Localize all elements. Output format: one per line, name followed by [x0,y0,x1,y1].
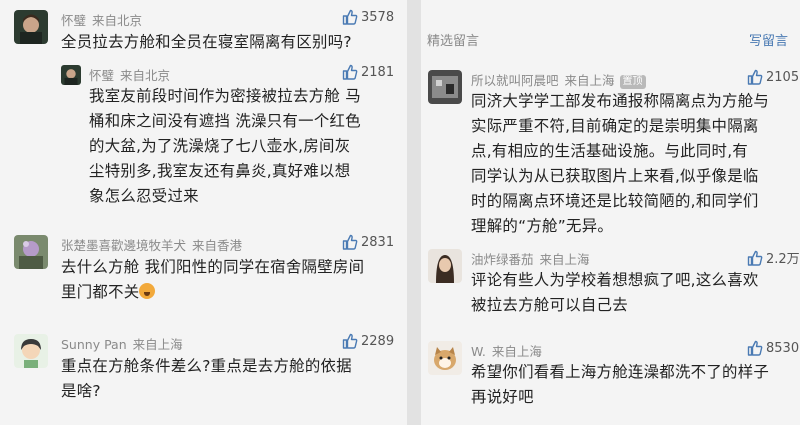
comment-text-line: 评论有些人为学校着想想疯了吧,这么喜欢 [471,271,759,289]
comment-text-line: 再说好吧 [471,388,534,406]
column-divider [407,0,421,425]
like-button[interactable]: 2.2万 [747,248,800,267]
comment-text-line: 桶和床之间没有遮挡 洗澡只有一个红色 [89,112,361,130]
like-button[interactable]: 2831 [342,234,394,250]
comment-text-line: 的大盆,为了洗澡烧了七八壶水,房间灰 [89,137,351,155]
like-count: 8530 [766,340,800,356]
comment-text-line: 全员拉去方舱和全员在寝室隔离有区别吗? [61,33,352,51]
comment-text: 同济大学学工部发布通报称隔离点为方舱与 实际严重不符,目前确定的是崇明集中隔离 … [471,89,797,239]
avatar[interactable] [428,249,462,283]
avatar[interactable] [14,10,48,44]
comment-text-line: 点,有相应的生活基础设施。与此同时,有 [471,142,749,160]
comment-author[interactable]: 怀璧 来自北京 [61,10,142,29]
grimace-emoji-icon [139,283,156,299]
like-button[interactable]: 2289 [342,333,394,349]
reply-author[interactable]: 怀璧 来自北京 [89,65,170,84]
author-location: 来自北京 [92,13,143,28]
right-comment-column: 精选留言 写留言 所以就叫阿晨吧 来自上海 置顶 2105 同济大学学工部发布通报称… [421,0,800,425]
comment-text-line: 理解的“方舱”无异。 [471,217,614,235]
pinned-badge: 置顶 [619,75,646,89]
reply-text: 我室友前段时间作为密接被拉去方舱 马 桶和床之间没有遮挡 洗澡只有一个红色 的大… [89,84,401,209]
like-button[interactable]: 8530 [747,340,799,356]
author-name[interactable]: 所以就叫阿晨吧 [471,73,559,88]
comment-author[interactable]: Sunny Pan 来自上海 [61,334,183,353]
thumbs-up-icon [747,250,763,266]
comment-author[interactable]: 所以就叫阿晨吧 来自上海 置顶 [471,70,646,89]
like-count: 2831 [361,234,395,250]
author-name[interactable]: 怀璧 [61,13,86,28]
section-header: 精选留言 写留言 [421,22,800,52]
like-count: 2105 [766,69,800,85]
comment-text-line: 实际严重不符,目前确定的是崇明集中隔离 [471,117,759,135]
author-location: 来自上海 [539,252,590,267]
comment-text-line: 象怎么忍受过来 [89,187,199,205]
comment-author[interactable]: W. 来自上海 [471,341,542,360]
comment-text-line: 里门都不关 [61,283,140,301]
thumbs-up-icon [342,333,358,349]
comment-text-line: 是啥? [61,382,101,400]
author-location: 来自香港 [192,238,243,253]
left-comment-column: 怀璧 来自北京 3578 全员拉去方舱和全员在寝室隔离有区别吗? 怀璧 来自北京 2… [0,0,407,425]
like-count: 2289 [361,333,395,349]
author-location: 来自上海 [564,73,615,88]
thumbs-up-icon [747,69,763,85]
thumbs-up-icon [342,64,358,80]
like-button[interactable]: 3578 [342,9,394,25]
avatar[interactable] [14,235,48,269]
comment-text-line: 希望你们看看上海方舱连澡都洗不了的样子 [471,363,770,381]
comment-author[interactable]: 张楚墨喜歡邊境牧羊犬 来自香港 [61,235,242,254]
like-count: 2181 [361,64,395,80]
write-comment-button[interactable]: 写留言 [749,30,788,49]
author-location: 来自北京 [120,68,171,83]
comment-screenshot: 怀璧 来自北京 3578 全员拉去方舱和全员在寝室隔离有区别吗? 怀璧 来自北京 2… [0,0,800,425]
comment-text-line: 同济大学学工部发布通报称隔离点为方舱与 [471,92,770,110]
comment-text-line: 时的隔离点环境还是比较简陋的,和同学们 [471,192,759,210]
author-name[interactable]: 张楚墨喜歡邊境牧羊犬 [61,238,186,253]
author-location: 来自上海 [132,337,183,352]
comment-text: 全员拉去方舱和全员在寝室隔离有区别吗? [61,30,401,55]
like-button[interactable]: 2105 [747,69,799,85]
comment-text-line: 重点在方舱条件差么?重点是去方舱的依据 [61,357,352,375]
author-location: 来自上海 [491,344,542,359]
author-name[interactable]: W. [471,344,486,359]
comment-text-line: 去什么方舱 我们阳性的同学在宿舍隔壁房间 [61,258,365,276]
section-title: 精选留言 [427,34,480,49]
author-name[interactable]: 油炸绿番茄 [471,252,534,267]
comment-text: 去什么方舱 我们阳性的同学在宿舍隔壁房间 里门都不关 [61,255,401,305]
avatar[interactable] [428,70,462,104]
comment-text-line: 我室友前段时间作为密接被拉去方舱 马 [89,87,361,105]
reply-avatar[interactable] [61,65,81,85]
like-button[interactable]: 2181 [342,64,394,80]
avatar[interactable] [14,334,48,368]
comment-text-line: 同学认为从已获取图片上来看,似乎像是临 [471,167,759,185]
avatar[interactable] [428,341,462,375]
author-name[interactable]: 怀璧 [89,68,114,83]
comment-text-line: 被拉去方舱可以自己去 [471,296,628,314]
comment-author[interactable]: 油炸绿番茄 来自上海 [471,249,590,268]
comment-text: 评论有些人为学校着想想疯了吧,这么喜欢 被拉去方舱可以自己去 [471,268,797,318]
comment-text: 重点在方舱条件差么?重点是去方舱的依据 是啥? [61,354,401,404]
thumbs-up-icon [342,9,358,25]
author-name[interactable]: Sunny Pan [61,337,127,352]
thumbs-up-icon [747,340,763,356]
like-count: 3578 [361,9,395,25]
comment-text-line: 尘特别多,我室友还有鼻炎,真好难以想 [89,162,351,180]
comment-text: 希望你们看看上海方舱连澡都洗不了的样子 再说好吧 [471,360,797,410]
like-count: 2.2万 [766,252,800,267]
thumbs-up-icon [342,234,358,250]
